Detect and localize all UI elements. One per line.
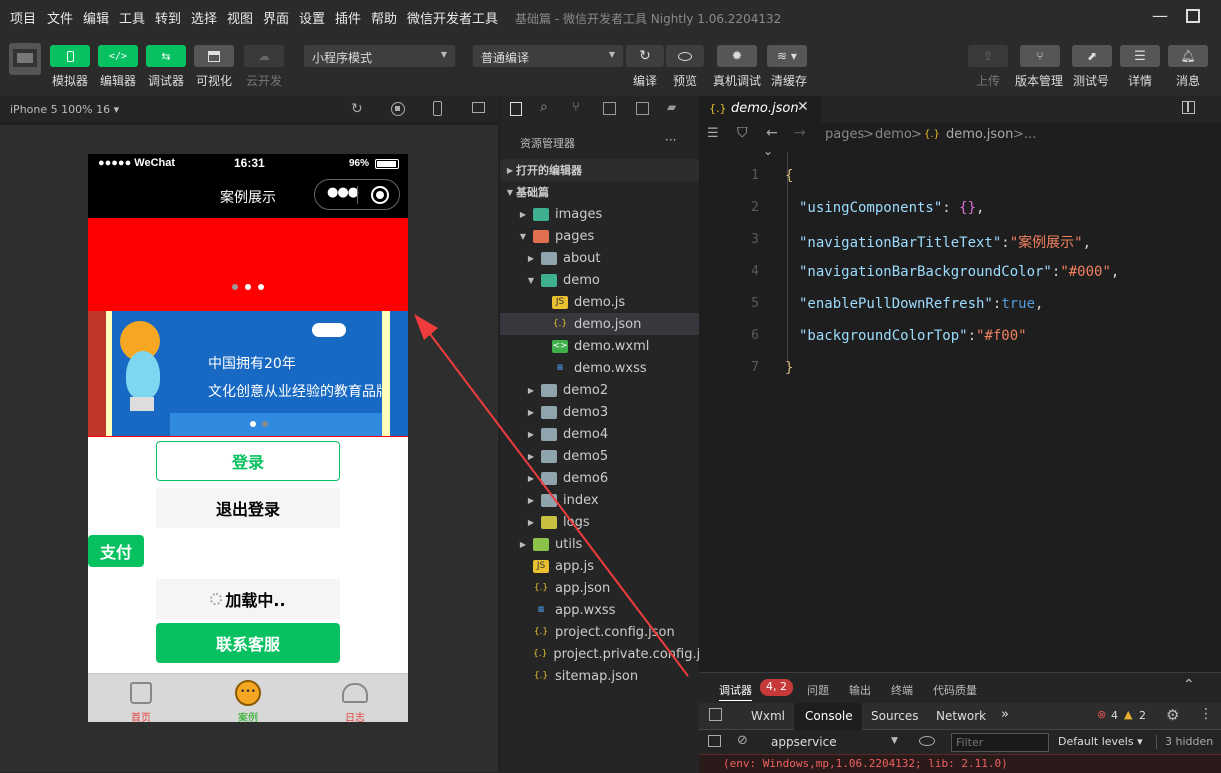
annotation-arrow xyxy=(414,314,689,677)
